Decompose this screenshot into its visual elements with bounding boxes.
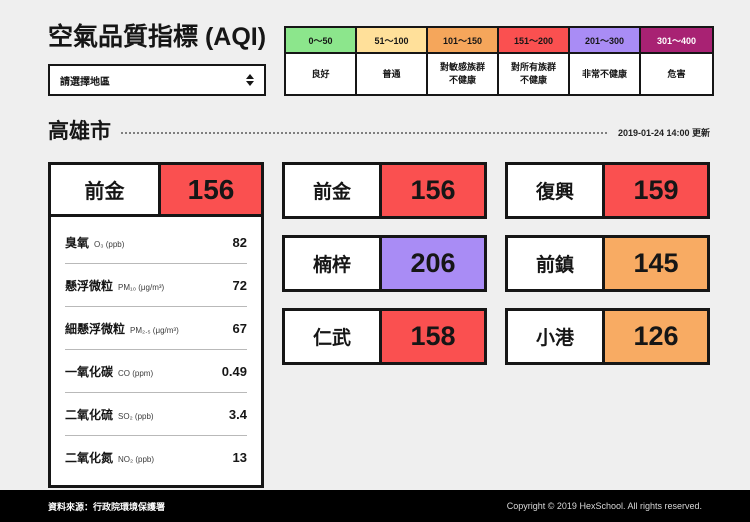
pollutant-name: 細懸浮微粒 [65,321,126,336]
district-card-aqi: 126 [605,311,707,362]
legend-range: 51～100 [357,28,426,54]
pollutant-name: 懸浮微粒 [65,278,114,293]
pollutant-row: 懸浮微粒 PM₁₀ (μg/m³) 72 [65,264,247,307]
pollutant-value: 0.49 [221,363,247,379]
district-card[interactable]: 小港 126 [505,308,710,365]
legend-range: 201～300 [570,28,639,54]
district-grid: 前金 156 復興 159 楠梓 206 前鎮 145 仁武 158 小港 126 [282,162,710,488]
district-card-aqi: 206 [382,238,484,289]
pollutant-row: 一氧化碳 CO (ppm) 0.49 [65,350,247,393]
header: 空氣品質指標 (AQI) 請選擇地區 0～50 良好 51～100 普通 101～150… [48,22,714,104]
district-card[interactable]: 前金 156 [282,162,487,219]
pollutant-name: 二氧化氮 [65,451,114,465]
district-card-name: 小港 [508,311,605,362]
pollutant-name: 臭氧 [65,235,90,250]
legend-column: 301～400 危害 [641,28,712,94]
pollutant-label: 二氧化硫 SO₂ (ppb) [65,406,154,423]
legend-range: 0～50 [286,28,355,54]
aqi-dashboard: 空氣品質指標 (AQI) 請選擇地區 0～50 良好 51～100 普通 101～150… [0,0,750,522]
footer: 資料來源：行政院環境保護署 Copyright © 2019 HexSchool… [0,490,750,522]
district-card[interactable]: 前鎮 145 [505,235,710,292]
pollutant-value: 72 [232,277,247,293]
legend-column: 201～300 非常不健康 [570,28,641,94]
pollutant-label: 細懸浮微粒 PM₂.₅ (μg/m³) [65,320,179,337]
legend-label: 對所有族群 不健康 [510,62,556,85]
district-card-aqi: 156 [382,165,484,216]
pollutant-value: 82 [232,234,247,250]
district-card-name: 楠梓 [285,238,382,289]
pollutant-label: 一氧化碳 CO (ppm) [65,363,153,380]
data-source-text: 資料來源：行政院環境保護署 [48,501,166,512]
district-card-name: 前金 [285,165,382,216]
dotted-divider [120,132,609,134]
pollutant-row: 臭氧 O₃ (ppb) 82 [65,221,247,264]
legend-column: 0～50 良好 [286,28,357,94]
detail-aqi-value: 156 [161,165,261,214]
legend-label: 對敏感族群 不健康 [439,62,485,85]
district-card-aqi: 145 [605,238,707,289]
pollutant-unit: SO₂ (ppb) [118,411,154,421]
pollutant-name: 一氧化碳 [65,364,114,379]
pollutant-row: 二氧化硫 SO₂ (ppb) 3.4 [65,393,247,436]
pollutant-label: 懸浮微粒 PM₁₀ (μg/m³) [65,277,164,294]
pollutant-unit: CO (ppm) [118,368,154,378]
detail-district-name: 前金 [51,165,161,214]
district-card[interactable]: 楠梓 206 [282,235,487,292]
region-select-value: 請選擇地區 [60,76,110,88]
legend-range: 101～150 [428,28,497,54]
updown-arrows-icon [246,74,254,86]
pollutant-label: 臭氧 O₃ (ppb) [65,234,124,251]
district-card[interactable]: 復興 159 [505,162,710,219]
city-name: 高雄市 [48,120,111,143]
legend-label: 普通 [382,68,401,79]
district-card-aqi: 159 [605,165,707,216]
aqi-legend: 0～50 良好 51～100 普通 101～150 對敏感族群 不健康 151～200 對所有族… [284,26,714,96]
pollutant-list: 臭氧 O₃ (ppb) 82 懸浮微粒 PM₁₀ (μg/m³) 72 細懸浮微粒 PM₂.₅… [51,217,261,485]
city-row: 高雄市 2019-01-24 14:00 更新 [48,115,710,145]
updated-timestamp: 2019-01-24 14:00 更新 [617,127,710,138]
legend-label: 良好 [311,68,330,79]
district-card-name: 仁武 [285,311,382,362]
district-card-name: 前鎮 [508,238,605,289]
pollutant-unit: PM₁₀ (μg/m³) [118,282,165,292]
legend-range: 301～400 [641,28,712,54]
district-card-name: 復興 [508,165,605,216]
pollutant-unit: O₃ (ppb) [94,239,125,249]
legend-column: 101～150 對敏感族群 不健康 [428,28,499,94]
pollutant-value: 3.4 [228,406,247,422]
pollutant-unit: NO₂ (ppb) [118,455,155,464]
pollutant-label: 二氧化氮 NO₂ (ppb) [65,449,154,466]
district-card[interactable]: 仁武 158 [282,308,487,365]
detail-card-header: 前金 156 [51,165,261,217]
main-content: 前金 156 臭氧 O₃ (ppb) 82 懸浮微粒 PM₁₀ (μg/m³) 72 細懸浮… [48,162,710,488]
pollutant-name: 二氧化硫 [65,407,114,422]
district-card-aqi: 158 [382,311,484,362]
region-select[interactable]: 請選擇地區 [48,64,266,96]
pollutant-row: 二氧化氮 NO₂ (ppb) 13 [65,436,247,479]
pollutant-value: 13 [232,450,247,465]
legend-column: 151～200 對所有族群 不健康 [499,28,570,94]
pollutant-row: 細懸浮微粒 PM₂.₅ (μg/m³) 67 [65,307,247,350]
district-detail-card: 前金 156 臭氧 O₃ (ppb) 82 懸浮微粒 PM₁₀ (μg/m³) 72 細懸浮… [48,162,264,488]
legend-column: 51～100 普通 [357,28,428,94]
legend-label: 非常不健康 [581,68,627,79]
legend-range: 151～200 [499,28,568,54]
legend-label: 危害 [667,68,686,79]
header-left: 空氣品質指標 (AQI) 請選擇地區 [48,22,268,96]
pollutant-value: 67 [232,320,247,336]
copyright-text: Copyright © 2019 HexSchool. All rights r… [506,501,702,511]
pollutant-unit: PM₂.₅ (μg/m³) [130,325,179,335]
page-title: 空氣品質指標 (AQI) [48,23,267,51]
